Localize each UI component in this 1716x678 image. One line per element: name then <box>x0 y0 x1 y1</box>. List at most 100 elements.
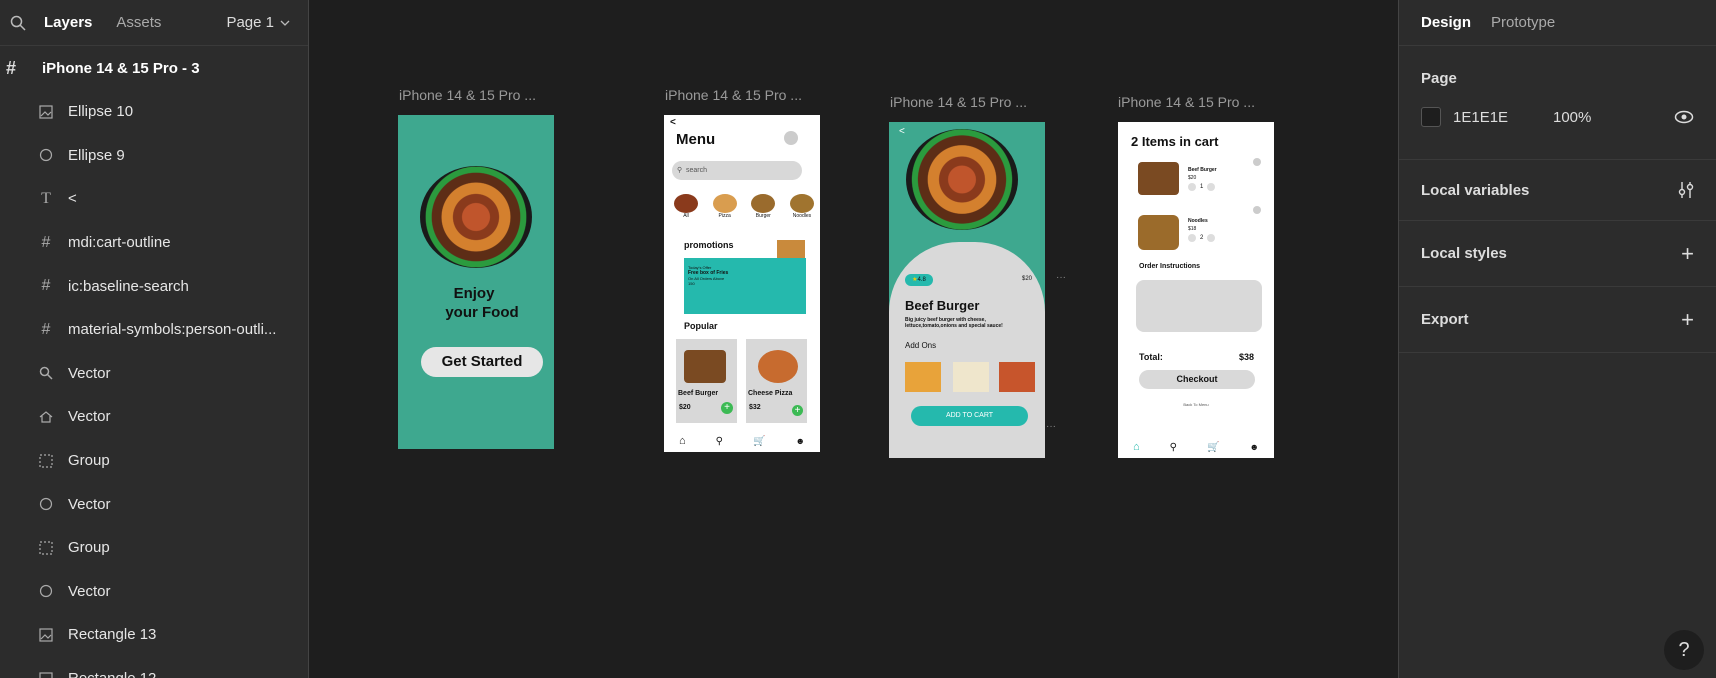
frame-welcome[interactable]: Enjoy your Food Get Started <box>398 115 554 449</box>
category-noodles[interactable]: Noodles <box>789 194 814 219</box>
local-variables-section[interactable]: Local variables <box>1399 160 1716 221</box>
add-icon[interactable]: + <box>721 402 733 414</box>
layer-item[interactable]: Rectangle 12 <box>0 657 308 678</box>
frame-cart[interactable]: 2 Items in cart Beef Burger $20 1 Noodle… <box>1118 122 1274 458</box>
search-icon[interactable]: ⚲ <box>716 436 723 447</box>
layer-item[interactable]: # material-symbols:person-outli... <box>0 308 308 352</box>
category-pizza[interactable]: Pizza <box>712 194 737 219</box>
addon-image-2[interactable] <box>953 362 989 392</box>
minus-icon[interactable] <box>1188 183 1196 191</box>
layer-item[interactable]: Vector <box>0 352 308 396</box>
more-icon[interactable]: ··· <box>1046 421 1056 432</box>
popular-title: Popular <box>684 321 718 331</box>
product-card-burger[interactable]: Beef Burger $20 + <box>676 339 737 423</box>
cart-icon[interactable]: 🛒 <box>753 436 765 447</box>
promo-banner[interactable]: Today's Offer Free box of Fries On All O… <box>684 258 806 314</box>
figma-app: Layers Assets Page 1 # iPhone 14 & 15 Pr… <box>0 0 1716 678</box>
category-burger[interactable]: Burger <box>751 194 776 219</box>
product-card-pizza[interactable]: Cheese Pizza $32 + <box>746 339 807 423</box>
layer-item[interactable]: Ellipse 9 <box>0 134 308 178</box>
layer-root-frame[interactable]: # iPhone 14 & 15 Pro - 3 <box>0 46 308 90</box>
layer-item[interactable]: T < <box>0 177 308 221</box>
home-icon[interactable]: ⌂ <box>679 435 686 447</box>
tab-layers[interactable]: Layers <box>44 14 92 31</box>
quantity-stepper[interactable]: 1 <box>1188 183 1216 191</box>
search-icon <box>38 365 54 381</box>
cart-item-image <box>1138 215 1179 250</box>
frame-menu[interactable]: < Menu ⚲ search All Pizza Burger Noodles… <box>664 115 820 452</box>
checkout-button[interactable]: Checkout <box>1139 370 1255 389</box>
more-icon[interactable]: ··· <box>1056 272 1066 283</box>
remove-icon[interactable] <box>1253 158 1261 166</box>
category-label: All <box>683 213 689 219</box>
page-selector[interactable]: Page 1 <box>226 14 290 31</box>
page-color-row: 1E1E1E 100% <box>1421 107 1694 127</box>
search-input[interactable]: ⚲ search <box>672 161 802 180</box>
eye-icon[interactable] <box>1674 110 1694 124</box>
food-image <box>906 129 1018 230</box>
bottom-nav: ⌂ ⚲ 🛒 ☻ <box>664 430 820 452</box>
frame-label-4[interactable]: iPhone 14 & 15 Pro ... <box>1118 94 1255 110</box>
frame-label-1[interactable]: iPhone 14 & 15 Pro ... <box>399 87 536 103</box>
plus-icon[interactable]: + <box>1681 241 1694 267</box>
plus-icon[interactable] <box>1207 183 1216 191</box>
back-arrow[interactable]: < <box>899 126 905 137</box>
layer-item[interactable]: Group <box>0 526 308 570</box>
plus-icon[interactable]: + <box>1681 307 1694 333</box>
sliders-icon[interactable] <box>1678 181 1694 199</box>
plus-icon[interactable] <box>1207 234 1216 242</box>
layer-item[interactable]: Group <box>0 439 308 483</box>
home-icon[interactable]: ⌂ <box>1133 441 1140 453</box>
back-to-menu-link[interactable]: Back To Menu <box>1118 402 1274 407</box>
frame-product-detail[interactable]: < ★4.8 $20 Beef Burger Big juicy beef bu… <box>889 122 1045 458</box>
layer-label: Vector <box>68 408 111 426</box>
search-icon[interactable]: ⚲ <box>1170 442 1177 453</box>
canvas[interactable]: iPhone 14 & 15 Pro ... iPhone 14 & 15 Pr… <box>310 0 1398 678</box>
design-tabs: Design Prototype <box>1399 0 1716 46</box>
minus-icon[interactable] <box>1188 234 1196 242</box>
back-arrow[interactable]: < <box>670 117 676 128</box>
cart-item-image <box>1138 162 1179 195</box>
instructions-input[interactable] <box>1136 280 1262 332</box>
home-icon <box>38 409 54 425</box>
category-image <box>712 194 737 213</box>
instructions-label: Order Instructions <box>1139 263 1201 270</box>
frame-label-3[interactable]: iPhone 14 & 15 Pro ... <box>890 94 1027 110</box>
local-styles-section[interactable]: Local styles + <box>1399 221 1716 287</box>
layer-item[interactable]: Vector <box>0 570 308 614</box>
person-icon[interactable]: ☻ <box>795 436 804 446</box>
person-icon[interactable]: ☻ <box>1249 442 1258 452</box>
group-icon <box>38 540 54 556</box>
layer-label: Vector <box>68 495 111 513</box>
layer-label: Rectangle 12 <box>68 670 156 678</box>
layer-item[interactable]: Vector <box>0 395 308 439</box>
tab-prototype[interactable]: Prototype <box>1491 14 1555 31</box>
quantity-stepper[interactable]: 2 <box>1188 234 1216 242</box>
layer-item[interactable]: Rectangle 13 <box>0 613 308 657</box>
help-button[interactable]: ? <box>1664 630 1704 670</box>
avatar-icon[interactable] <box>784 131 798 145</box>
add-to-cart-button[interactable]: ADD TO CART <box>911 406 1028 426</box>
cart-icon[interactable]: 🛒 <box>1207 442 1219 453</box>
design-panel: Design Prototype Page 1E1E1E 100% Local … <box>1398 0 1716 678</box>
tab-design[interactable]: Design <box>1421 14 1471 31</box>
layer-item[interactable]: Ellipse 10 <box>0 90 308 134</box>
addon-image-1[interactable] <box>905 362 941 392</box>
addon-image-3[interactable] <box>999 362 1035 392</box>
export-section[interactable]: Export + <box>1399 287 1716 353</box>
layer-item[interactable]: # ic:baseline-search <box>0 264 308 308</box>
cart-item-name: Noodles <box>1188 218 1208 224</box>
search-icon[interactable] <box>10 15 26 31</box>
frame-icon: # <box>6 57 17 78</box>
add-icon[interactable]: + <box>792 405 803 416</box>
frame-label-2[interactable]: iPhone 14 & 15 Pro ... <box>665 87 802 103</box>
color-swatch[interactable] <box>1421 107 1441 127</box>
page-color-value[interactable]: 1E1E1E <box>1453 109 1553 126</box>
remove-icon[interactable] <box>1253 206 1261 214</box>
category-all[interactable]: All <box>674 194 698 219</box>
layer-item[interactable]: Vector <box>0 482 308 526</box>
get-started-button[interactable]: Get Started <box>421 347 543 377</box>
tab-assets[interactable]: Assets <box>116 14 161 31</box>
page-opacity-value[interactable]: 100% <box>1553 109 1591 126</box>
layer-item[interactable]: # mdi:cart-outline <box>0 221 308 265</box>
